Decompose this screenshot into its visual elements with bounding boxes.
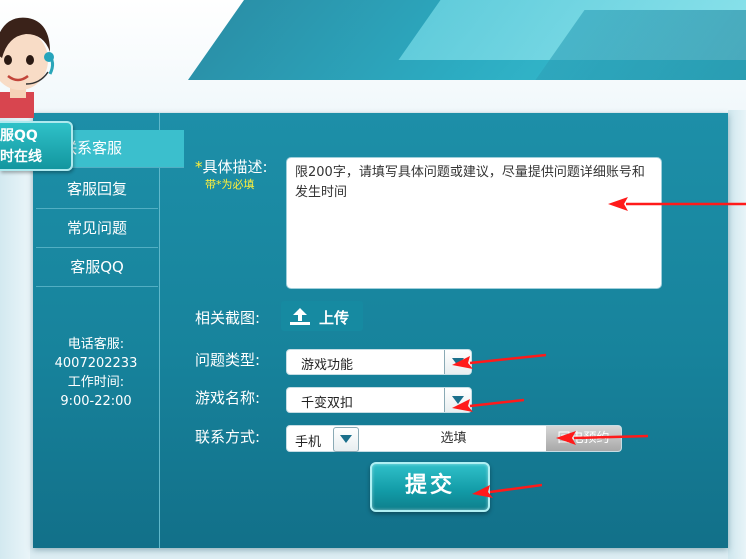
hours-value: 9:00-22:00: [60, 394, 132, 409]
contact-method-label: 联系方式:: [195, 428, 261, 446]
description-label: *具体描述:: [195, 156, 268, 177]
screenshot-label: 相关截图:: [195, 309, 261, 327]
game-name-value: 千变双扣: [301, 396, 354, 411]
upload-label: 上传: [319, 309, 350, 327]
contact-info: 电话客服: 4007202233 工作时间: 9:00-22:00: [33, 335, 159, 411]
qq-badge-line1: 客服QQ: [0, 128, 38, 144]
qq-online-badge[interactable]: 客服QQ 小时在线: [0, 121, 73, 171]
contact-type-dropdown-button[interactable]: [333, 427, 359, 452]
right-decoration: [728, 110, 746, 559]
sidebar-item-service-reply[interactable]: 客服回复: [36, 171, 158, 209]
description-label-text: 具体描述:: [202, 158, 268, 176]
sidebar: 联系客服 客服回复 常见问题 客服QQ 电话客服: 4007202233 工作时…: [33, 113, 184, 548]
phone-number: 4007202233: [54, 356, 138, 371]
issue-type-select[interactable]: 游戏功能: [286, 349, 472, 375]
required-star: *: [195, 158, 203, 176]
qq-badge-line2: 小时在线: [0, 149, 42, 165]
annotation-arrow-icon: [608, 197, 746, 211]
upload-icon: [290, 308, 310, 325]
hours-label: 工作时间:: [67, 375, 125, 390]
annotation-arrow-icon: [452, 398, 524, 412]
contact-input[interactable]: 选填: [361, 426, 546, 451]
side-decoration: [0, 110, 30, 559]
annotation-arrow-icon: [556, 431, 648, 445]
description-textarea[interactable]: 限200字，请填写具体问题或建议，尽量提供问题详细账号和发生时间: [286, 157, 662, 289]
sidebar-item-service-qq[interactable]: 客服QQ: [36, 249, 158, 287]
customer-service-avatar: [0, 17, 55, 118]
required-note: 带*为必填: [205, 178, 255, 191]
top-banner: [0, 0, 746, 112]
sidebar-item-faq[interactable]: 常见问题: [36, 210, 158, 248]
phone-label: 电话客服:: [67, 337, 125, 352]
upload-button[interactable]: 上传: [281, 301, 363, 331]
annotation-arrow-icon: [472, 483, 542, 498]
annotation-arrow-icon: [452, 353, 546, 369]
issue-type-label: 问题类型:: [195, 351, 261, 369]
game-name-label: 游戏名称:: [195, 389, 261, 407]
issue-type-value: 游戏功能: [301, 358, 354, 373]
contact-type-value: 手机: [295, 435, 322, 450]
game-name-select[interactable]: 千变双扣: [286, 387, 472, 413]
chevron-down-icon: [340, 435, 352, 443]
